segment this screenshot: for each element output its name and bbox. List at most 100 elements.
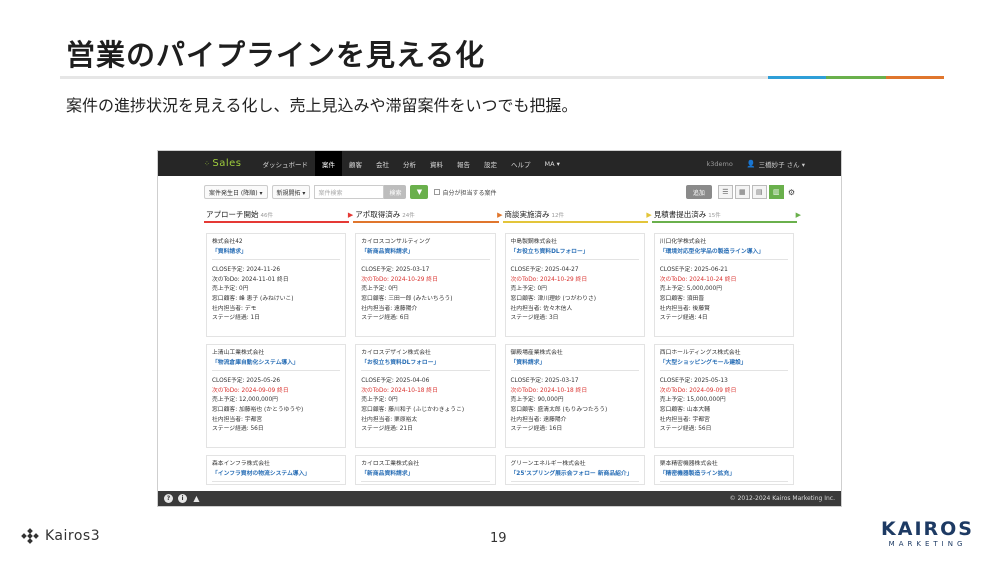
- pipeline-column: アポ取得済み 24件 ▶ カイロスコンサルティング 「新商品資料請求」 CLOSE予定: …: [353, 209, 503, 487]
- deal-company: カイロスコンサルティング: [361, 239, 431, 245]
- deal-stage-duration: ステージ経過: 56日: [212, 426, 264, 433]
- kanban-view-icon[interactable]: ▥: [768, 185, 784, 199]
- status-bar: ? i ▲ © 2012-2024 Kairos Marketing Inc.: [158, 491, 841, 506]
- deal-title[interactable]: 「インフラ資材の物流システム導入」: [212, 470, 341, 483]
- column-name: アプローチ開始: [206, 210, 259, 219]
- deal-owner: 社内担当者: 栗原裕太: [361, 416, 418, 423]
- nav-item[interactable]: 設定: [477, 151, 504, 176]
- nav-item[interactable]: 報告: [450, 151, 477, 176]
- deal-owner: 社内担当者: 遠藤陽介: [510, 416, 567, 423]
- deal-close-date: CLOSE予定: 2025-05-26: [212, 378, 281, 385]
- column-cards: 川口化学株式会社「環境対応型化学品の製造ライン導入」 CLOSE予定: 2025-…: [652, 223, 797, 485]
- app-logo[interactable]: ⁘ Sales: [158, 158, 256, 169]
- sort-select[interactable]: 案件発生日 (降順) ▾: [204, 185, 268, 199]
- deal-sales-forecast: 売上予定: 90,000円: [510, 397, 564, 404]
- checkbox-box[interactable]: [434, 189, 441, 195]
- deal-title[interactable]: 「資料請求」: [212, 248, 341, 261]
- deal-owner: 社内担当者: デモ: [212, 305, 257, 312]
- deal-company: 西口ホールディングス株式会社: [659, 350, 741, 356]
- own-deals-checkbox[interactable]: 自分が担当する案件: [434, 188, 496, 197]
- stage-arrow-icon: ▶: [795, 211, 801, 219]
- list-view-icon[interactable]: ☰: [717, 185, 733, 199]
- deal-next-todo: 次のToDo: 2024-10-18 終日: [361, 387, 438, 394]
- nav-item[interactable]: ヘルプ: [504, 151, 538, 176]
- deal-company: 川口化学株式会社: [659, 239, 707, 245]
- deal-sales-forecast: 売上予定: 15,000,000円: [659, 397, 726, 404]
- column-cards: 株式会社42 「資料請求」 CLOSE予定: 2024-11-26 次のToDo: 2…: [204, 223, 349, 485]
- warning-icon[interactable]: ▲: [192, 494, 201, 503]
- own-deals-label: 自分が担当する案件: [442, 189, 497, 197]
- deal-title[interactable]: 「新商品資料請求」: [361, 470, 490, 483]
- column-count: 46件: [260, 213, 274, 219]
- deal-owner: 社内担当者: 遠藤陽介: [361, 305, 418, 312]
- deal-contact: 窓口顧客: 藤川和子 (ふじかわきょうこ): [361, 406, 465, 413]
- nav-item[interactable]: ダッシュボード: [256, 151, 316, 176]
- add-deal-button[interactable]: 追加: [685, 185, 712, 199]
- deal-title[interactable]: 「資料請求」: [510, 359, 639, 372]
- deal-company: 御殿場産業株式会社: [510, 350, 563, 356]
- column-header: 商談実施済み 12件 ▶: [502, 209, 652, 223]
- info-icon[interactable]: i: [178, 494, 187, 503]
- user-icon: 👤: [746, 159, 756, 168]
- deal-title[interactable]: 「環境対応型化学品の製造ライン導入」: [659, 248, 788, 261]
- table-view-icon[interactable]: ▤: [751, 185, 767, 199]
- nav-item[interactable]: 分析: [396, 151, 423, 176]
- dots-icon: ⁘: [204, 159, 211, 168]
- deal-owner: 社内担当者: 宇都宮: [212, 416, 263, 423]
- deal-company: グリーンエネルギー株式会社: [510, 461, 586, 467]
- deal-card[interactable]: カイロス工業株式会社 「新商品資料請求」: [355, 455, 496, 485]
- deal-next-todo: 次のToDo: 2024-10-24 終日: [659, 276, 737, 283]
- deal-card[interactable]: 川口化学株式会社「環境対応型化学品の製造ライン導入」 CLOSE予定: 2025-…: [653, 233, 794, 337]
- grid-view-icon[interactable]: ▦: [734, 185, 750, 199]
- deal-owner: 社内担当者: 後藤賢: [659, 305, 710, 312]
- column-name: 商談実施済み: [504, 210, 550, 219]
- deal-title[interactable]: 「25'スプリング展示会フォロー 新商品紹介」: [510, 470, 639, 483]
- filter-select[interactable]: 新規開拓 ▾: [271, 185, 311, 199]
- column-header: 見積書提出済み 15件 ▶: [651, 209, 801, 223]
- corp-logo-main: KAIROS: [881, 518, 974, 540]
- deal-next-todo: 次のToDo: 2024-09-09 終日: [659, 387, 737, 394]
- deal-contact: 窓口顧客: 盛清太郎 (もりみつたろう): [510, 406, 608, 413]
- deal-card[interactable]: 栗本精密機器株式会社 「精密機器製造ライン拡充」: [653, 455, 794, 485]
- deal-card[interactable]: 上清山工業株式会社 「物流倉庫自動化システム導入」 CLOSE予定: 2025-05…: [206, 344, 347, 448]
- deal-title[interactable]: 「精密機器製造ライン拡充」: [659, 470, 788, 483]
- deal-search-input[interactable]: 案件検索: [314, 185, 385, 199]
- column-header: アポ取得済み 24件 ▶: [353, 209, 503, 223]
- nav-item[interactable]: 会社: [369, 151, 396, 176]
- filter-icon[interactable]: ▼: [410, 185, 429, 199]
- deal-title[interactable]: 「お役立ち資料DLフォロー」: [510, 248, 639, 261]
- deal-title[interactable]: 「お役立ち資料DLフォロー」: [361, 359, 490, 372]
- deal-card[interactable]: カイロスコンサルティング 「新商品資料請求」 CLOSE予定: 2025-03-17…: [355, 233, 496, 337]
- column-cards: カイロスコンサルティング 「新商品資料請求」 CLOSE予定: 2025-03-17…: [353, 223, 498, 485]
- deal-close-date: CLOSE予定: 2025-06-21: [659, 267, 728, 274]
- deal-title[interactable]: 「大型ショッピングモール建設」: [659, 359, 788, 372]
- deal-card[interactable]: 御殿場産業株式会社 「資料請求」 CLOSE予定: 2025-03-17 次のToDo…: [504, 344, 645, 448]
- deal-card[interactable]: カイロスデザイン株式会社 「お役立ち資料DLフォロー」 CLOSE予定: 2025-…: [355, 344, 496, 448]
- deal-card[interactable]: 中島製鋼株式会社 「お役立ち資料DLフォロー」 CLOSE予定: 2025-04-2…: [504, 233, 645, 337]
- search-button[interactable]: 検索: [384, 185, 407, 199]
- nav-item[interactable]: MA ▾: [538, 151, 567, 176]
- nav-item[interactable]: 資料: [423, 151, 450, 176]
- deal-card[interactable]: 株式会社42 「資料請求」 CLOSE予定: 2024-11-26 次のToDo: 2…: [206, 233, 347, 337]
- deal-sales-forecast: 売上予定: 12,000,000円: [212, 397, 278, 404]
- corp-logo-sub: MARKETING: [888, 540, 967, 548]
- nav-item[interactable]: 顧客: [342, 151, 369, 176]
- accent-bar-green: [826, 76, 886, 79]
- deal-card[interactable]: グリーンエネルギー株式会社「25'スプリング展示会フォロー 新商品紹介」: [504, 455, 645, 485]
- column-name: アポ取得済み: [355, 210, 401, 219]
- nav-item[interactable]: 案件: [315, 151, 342, 176]
- deal-card[interactable]: 西口ホールディングス株式会社 「大型ショッピングモール建設」 CLOSE予定: 20…: [653, 344, 794, 448]
- pipeline-board: アプローチ開始 46件 ▶ 株式会社42 「資料請求」 CLOSE予定: 2024-11-…: [204, 209, 801, 487]
- gear-icon[interactable]: ⚙: [788, 188, 795, 197]
- user-menu[interactable]: 三橋妙子 さん ▾: [759, 159, 805, 169]
- deal-sales-forecast: 売上予定: 0円: [361, 286, 398, 293]
- title-divider: [60, 76, 768, 79]
- deal-title[interactable]: 「物流倉庫自動化システム導入」: [212, 359, 341, 372]
- deal-next-todo: 次のToDo: 2024-09-09 終日: [212, 387, 289, 394]
- deal-contact: 窓口顧客: 須田晋: [659, 295, 705, 302]
- help-icon[interactable]: ?: [164, 494, 173, 503]
- column-count: 15件: [708, 213, 721, 219]
- deal-contact: 窓口顧客: 三田一郎 (みたいちろう): [361, 295, 453, 302]
- deal-card[interactable]: 森本インフラ株式会社 「インフラ資材の物流システム導入」: [206, 455, 347, 485]
- deal-title[interactable]: 「新商品資料請求」: [361, 248, 490, 261]
